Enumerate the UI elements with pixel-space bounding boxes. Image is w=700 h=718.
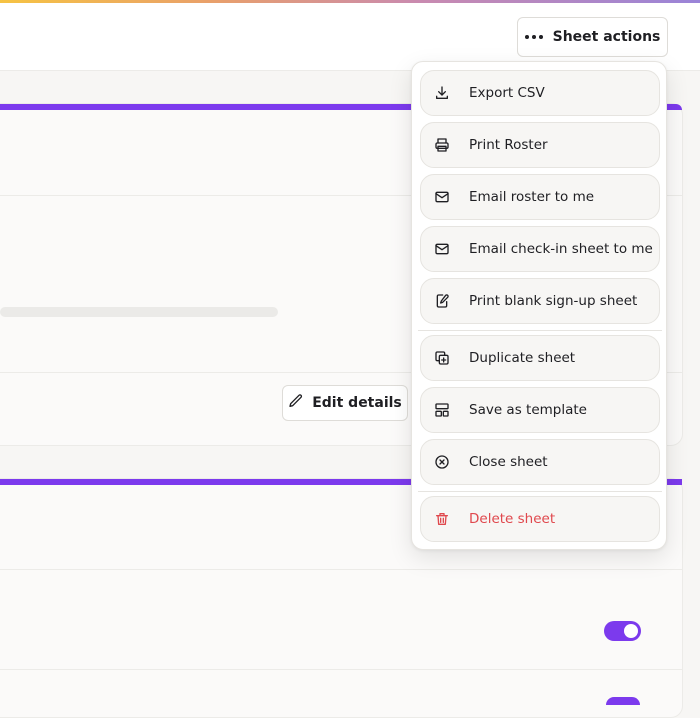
menu-divider — [418, 491, 662, 492]
menu-item-label: Print Roster — [469, 137, 548, 153]
close-circle-icon — [433, 453, 451, 471]
menu-item-label: Email check-in sheet to me — [469, 241, 653, 257]
menu-item-label: Export CSV — [469, 85, 545, 101]
trash-icon — [433, 510, 451, 528]
edit-details-button[interactable]: Edit details — [282, 385, 408, 421]
sheet-actions-button[interactable]: Sheet actions — [517, 17, 668, 57]
toggle-switch[interactable] — [606, 697, 640, 705]
toggle-switch[interactable] — [604, 621, 641, 641]
mail-icon — [433, 188, 451, 206]
template-icon — [433, 401, 451, 419]
toggle-knob — [624, 624, 638, 638]
menu-item-export-csv[interactable]: Export CSV — [420, 70, 660, 116]
mail-icon — [433, 240, 451, 258]
download-icon — [433, 84, 451, 102]
menu-item-save-template[interactable]: Save as template — [420, 387, 660, 433]
edit-document-icon — [433, 292, 451, 310]
menu-item-close-sheet[interactable]: Close sheet — [420, 439, 660, 485]
menu-item-email-roster[interactable]: Email roster to me — [420, 174, 660, 220]
sheet-actions-label: Sheet actions — [552, 29, 661, 45]
edit-details-label: Edit details — [312, 395, 402, 411]
progress-track — [0, 307, 278, 317]
printer-icon — [433, 136, 451, 154]
menu-item-email-checkin[interactable]: Email check-in sheet to me — [420, 226, 660, 272]
menu-item-label: Print blank sign-up sheet — [469, 293, 638, 309]
pencil-icon — [288, 393, 304, 413]
sheet-actions-menu: Export CSV Print Roster Email roster to … — [411, 61, 667, 550]
menu-item-label: Save as template — [469, 402, 587, 418]
divider — [0, 669, 682, 670]
menu-item-label: Duplicate sheet — [469, 350, 576, 366]
divider — [0, 569, 682, 570]
menu-item-label: Email roster to me — [469, 189, 595, 205]
menu-item-print-roster[interactable]: Print Roster — [420, 122, 660, 168]
menu-divider — [418, 330, 662, 331]
menu-item-label: Delete sheet — [469, 511, 556, 527]
menu-item-delete-sheet[interactable]: Delete sheet — [420, 496, 660, 542]
menu-item-label: Close sheet — [469, 454, 548, 470]
duplicate-icon — [433, 349, 451, 367]
menu-item-duplicate-sheet[interactable]: Duplicate sheet — [420, 335, 660, 381]
menu-item-print-signup[interactable]: Print blank sign-up sheet — [420, 278, 660, 324]
more-dots-icon — [524, 35, 543, 39]
